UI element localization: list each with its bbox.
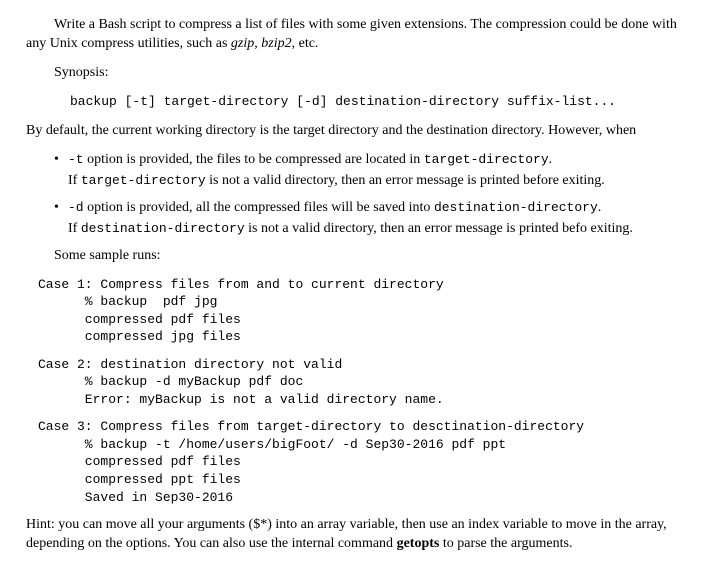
bullet-sub-d: If destination-directory is not a valid … [68, 220, 688, 239]
default-paragraph: By default, the current working director… [26, 122, 688, 141]
bullet-body: -d option is provided, all the compresse… [68, 199, 688, 218]
hint-post: to parse the arguments. [439, 536, 572, 551]
synopsis-label: Synopsis: [54, 64, 688, 83]
intro-text-2: , etc. [292, 36, 319, 51]
bullet-text-mid: option is provided, all the compressed f… [84, 200, 434, 215]
opt-flag: -d [68, 200, 84, 215]
bullet-body: -t option is provided, the files to be c… [68, 151, 688, 170]
bullet-code: target-directory [424, 152, 549, 167]
bullet-item-t: • -t option is provided, the files to be… [54, 151, 688, 170]
hint-paragraph: Hint: you can move all your arguments ($… [26, 516, 688, 554]
intro-bzip2: bzip2 [261, 36, 291, 51]
sample-runs-label: Some sample runs: [54, 247, 688, 266]
case-3-block: Case 3: Compress files from target-direc… [38, 418, 688, 506]
bullet-sub-post: is not a valid directory, then an error … [245, 221, 633, 236]
opt-flag: -t [68, 152, 84, 167]
case-2-block: Case 2: destination directory not valid … [38, 356, 688, 409]
case-1-block: Case 1: Compress files from and to curre… [38, 276, 688, 346]
intro-text-1: Write a Bash script to compress a list o… [26, 17, 677, 51]
hint-getopts: getopts [397, 536, 440, 551]
intro-gzip: gzip [231, 36, 254, 51]
bullet-code: destination-directory [434, 200, 598, 215]
bullet-sub-pre: If [68, 173, 81, 188]
bullet-item-d: • -d option is provided, all the compres… [54, 199, 688, 218]
bullet-sub-code: target-directory [81, 173, 206, 188]
synopsis-command: backup [-t] target-directory [-d] destin… [70, 93, 688, 111]
bullet-icon: • [54, 151, 68, 170]
bullet-text-end: . [598, 200, 602, 215]
intro-paragraph: Write a Bash script to compress a list o… [26, 16, 688, 54]
bullet-sub-t: If target-directory is not a valid direc… [68, 172, 688, 191]
bullet-text-end: . [549, 152, 553, 167]
bullet-sub-pre: If [68, 221, 81, 236]
bullet-sub-code: destination-directory [81, 221, 245, 236]
bullet-icon: • [54, 199, 68, 218]
bullet-text-mid: option is provided, the files to be comp… [84, 152, 424, 167]
bullet-sub-post: is not a valid directory, then an error … [206, 173, 605, 188]
